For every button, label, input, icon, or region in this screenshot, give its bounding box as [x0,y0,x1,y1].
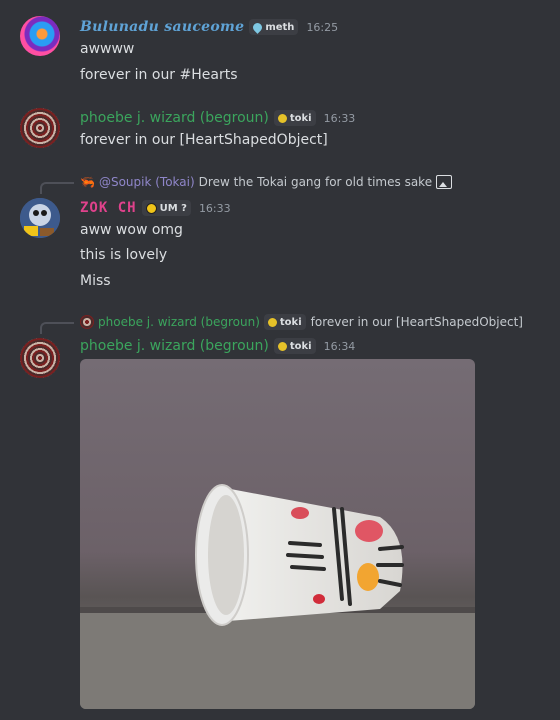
lemon-icon [277,341,287,351]
timestamp[interactable]: 16:33 [199,202,231,215]
paper-cup-photo [80,484,475,709]
timestamp[interactable]: 16:34 [324,340,356,353]
timestamp[interactable]: 16:25 [306,21,338,34]
image-icon [436,175,453,189]
avatar[interactable] [20,338,60,378]
reply-author[interactable]: phoebe j. wizard (begroun) [98,315,260,329]
reply-spine [40,182,74,194]
message-line: forever in our #Hearts [80,67,238,83]
message-line: awwww [80,41,135,57]
message-line: aww wow omg [80,222,183,238]
reply-guild-tag: toki [263,314,306,330]
username[interactable]: phoebe j. wizard (begroun) [80,110,269,126]
message-line: forever in our [HeartShapedObject] [80,132,328,148]
username[interactable]: Bulunadu sauceome [80,19,244,35]
guild-tag[interactable]: toki [273,338,316,354]
pixel-character-icon [20,198,60,238]
reply-preview[interactable]: 🦐 @Soupik (Tokai) Drew the Tokai gang fo… [80,173,453,191]
guild-tag[interactable]: UM ? [141,200,191,216]
avatar[interactable] [20,198,60,238]
tag-label: UM ? [159,202,187,214]
reply-author[interactable]: @Soupik (Tokai) [99,175,195,189]
lemon-icon [277,113,287,123]
guild-tag[interactable]: meth [249,19,299,35]
reply-preview[interactable]: phoebe j. wizard (begroun) toki forever … [80,313,523,331]
shrimp-icon: 🦐 [80,175,95,189]
reply-text: forever in our [HeartShapedObject] [310,315,523,329]
reply-text: Drew the Tokai gang for old times sake [198,175,433,189]
avatar[interactable] [20,108,60,148]
tag-label: toki [279,316,302,328]
tag-label: toki [289,340,312,352]
emoji-icon [145,202,157,214]
username[interactable]: ZOK CH [80,200,137,216]
message-line: this is lovely [80,247,168,263]
timestamp[interactable]: 16:33 [324,112,356,125]
droplet-icon [251,20,265,34]
lemon-icon [267,317,277,327]
image-attachment[interactable] [80,359,475,709]
tag-label: toki [289,112,312,124]
guild-tag[interactable]: toki [273,110,316,126]
message-line: Miss [80,273,111,289]
avatar[interactable] [20,16,60,56]
reply-avatar [80,315,94,329]
tag-label: meth [265,21,295,33]
reply-spine [40,322,74,334]
username[interactable]: phoebe j. wizard (begroun) [80,338,269,354]
